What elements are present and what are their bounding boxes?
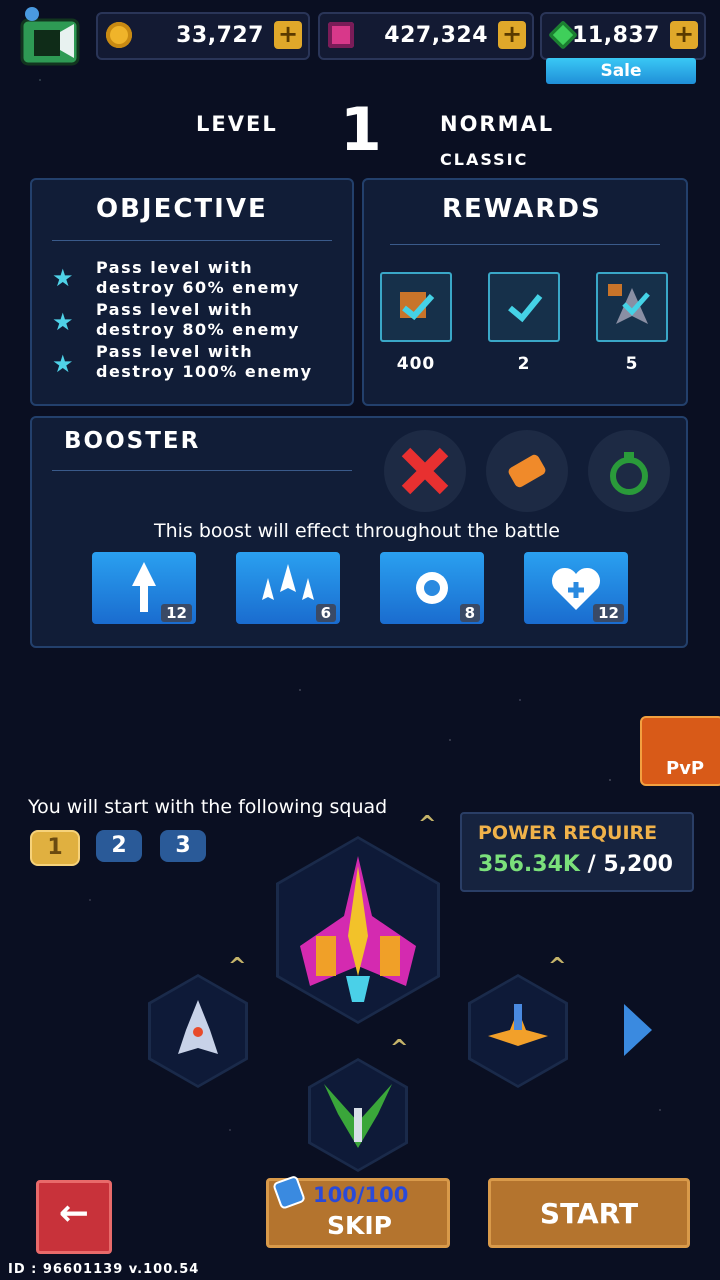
pvp-button[interactable]: PvP (640, 716, 720, 786)
level-number: 1 (340, 95, 382, 165)
start-button[interactable]: START (488, 1178, 690, 1248)
potion-icon (610, 452, 648, 495)
back-arrow-icon: ← (58, 1193, 90, 1234)
rewards-title: REWARDS (442, 194, 602, 224)
objective-item-2: Pass level with destroy 80% enemy (96, 300, 300, 339)
reward-amount: 5 (625, 354, 639, 374)
power-label: POWER REQUIRE (478, 822, 658, 844)
gems-counter: 11,837 + (540, 12, 706, 60)
booster-wingmen[interactable]: 6 (236, 552, 340, 624)
power-value: 356.34K / 5,200 (478, 852, 673, 877)
reward-amount: 400 (396, 354, 436, 374)
objective-item-1: Pass level with destroy 60% enemy (96, 258, 300, 297)
squad-tab-1[interactable]: 1 (30, 830, 80, 866)
booster-title: BOOSTER (64, 428, 201, 454)
reward-item-1[interactable] (380, 272, 452, 342)
upgrade-chevron-icon: ^ (228, 954, 247, 979)
booster-attack-up[interactable]: 12 (92, 552, 196, 624)
star-icon: ★ (52, 308, 74, 336)
sale-badge[interactable]: Sale (546, 58, 696, 84)
divider (390, 244, 660, 245)
divider (52, 240, 332, 241)
power-panel: POWER REQUIRE 356.34K / 5,200 (460, 812, 694, 892)
player-id-version: ID : 96601139 v.100.54 (8, 1262, 200, 1277)
coin-icon (106, 22, 132, 48)
booster-shield[interactable]: 8 (380, 552, 484, 624)
reward-item-2[interactable] (488, 272, 560, 342)
treasure-box-icon[interactable] (14, 6, 86, 70)
squad-tab-2[interactable]: 2 (96, 830, 142, 862)
mode-label: CLASSIC (440, 150, 529, 169)
booster-slot-potion[interactable] (588, 430, 670, 512)
objective-title: OBJECTIVE (96, 194, 268, 224)
x-icon (401, 447, 449, 495)
difficulty-label: NORMAL (440, 112, 555, 136)
star-icon: ★ (52, 350, 74, 378)
skip-count: 100/100 (313, 1183, 409, 1207)
add-gems-button[interactable]: + (670, 21, 698, 49)
skip-button[interactable]: 100/100 SKIP (266, 1176, 450, 1248)
booster-slot-remove[interactable] (384, 430, 466, 512)
start-label: START (539, 1197, 639, 1230)
skip-label: SKIP (327, 1211, 393, 1240)
booster-slot-ticket[interactable] (486, 430, 568, 512)
add-coins-button[interactable]: + (274, 21, 302, 49)
skip-card-icon (273, 1176, 305, 1209)
star-icon: ★ (52, 264, 74, 292)
objective-item-3: Pass level with destroy 100% enemy (96, 342, 313, 381)
tickets-counter: 427,324 + (318, 12, 534, 60)
ticket-card-icon (328, 22, 354, 48)
booster-health[interactable]: 12 (524, 552, 628, 624)
squad-caption: You will start with the following squad (28, 796, 388, 818)
reward-amount: 2 (517, 354, 531, 374)
divider (52, 470, 352, 471)
upgrade-chevron-icon: ^ (390, 1036, 409, 1061)
back-button[interactable]: ← (36, 1180, 112, 1254)
ticket-icon (508, 454, 546, 488)
squad-tab-3[interactable]: 3 (160, 830, 206, 862)
upgrade-chevron-icon: ^ (548, 954, 567, 979)
add-tickets-button[interactable]: + (498, 21, 526, 49)
ship-card-check-icon (608, 284, 650, 324)
check-icon (508, 294, 543, 323)
coins-counter: 33,727 + (96, 12, 310, 60)
level-label: LEVEL (196, 112, 278, 136)
power-required: 5,200 (603, 852, 673, 877)
next-squad-arrow-icon[interactable] (624, 1004, 652, 1056)
reward-item-3[interactable] (596, 272, 668, 342)
upgrade-chevron-icon: ^ (418, 812, 437, 837)
power-current: 356.34K (478, 852, 580, 877)
ship-part-check-icon (400, 292, 435, 321)
booster-description: This boost will effect throughout the ba… (154, 520, 560, 542)
